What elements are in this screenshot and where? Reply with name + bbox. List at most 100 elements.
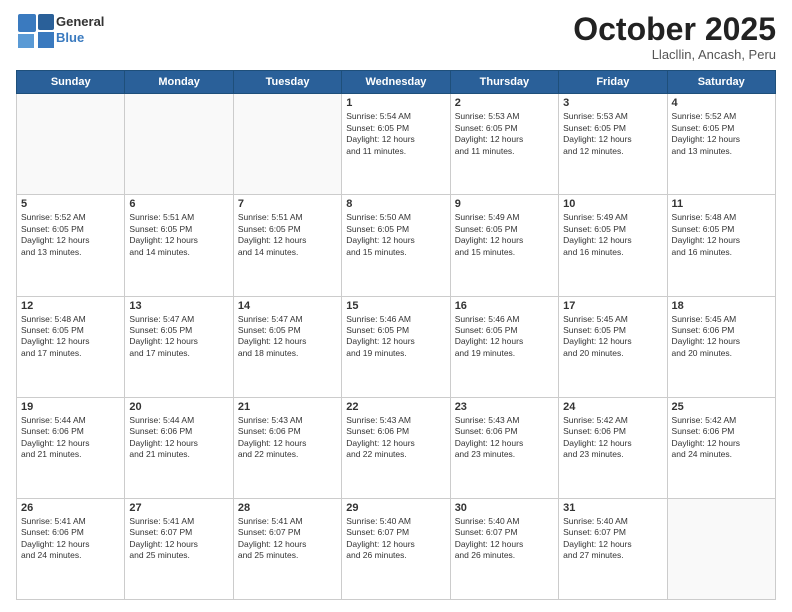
calendar-cell: 13 Sunrise: 5:47 AM Sunset: 6:05 PM Dayli… <box>125 296 233 397</box>
calendar-cell: 28Sunrise: 5:41 AM Sunset: 6:07 PM Dayli… <box>233 498 341 599</box>
calendar-cell: 30 Sunrise: 5:40 AM Sunset: 6:07 PM Dayli… <box>450 498 558 599</box>
calendar-cell: 2 Sunrise: 5:53 AM Sunset: 6:05 PM Daylig… <box>450 94 558 195</box>
title-area: October 2025 Llacllin, Ancash, Peru <box>573 12 776 62</box>
day-info: Sunrise: 5:43 AM Sunset: 6:06 PM Dayligh… <box>455 415 554 461</box>
day-info: Sunrise: 5:48 AM Sunset: 6:05 PM Dayligh… <box>672 212 771 258</box>
day-number: 19 <box>21 401 120 413</box>
day-of-week-tuesday: Tuesday <box>233 71 341 94</box>
calendar-cell: 12 Sunrise: 5:48 AM Sunset: 6:05 PM Dayli… <box>17 296 125 397</box>
day-of-week-friday: Friday <box>559 71 667 94</box>
logo-general-text: General <box>56 14 104 29</box>
day-number: 24 <box>563 401 662 413</box>
day-info: Sunrise: 5:53 AM Sunset: 6:05 PM Dayligh… <box>455 111 554 157</box>
day-number: 4 <box>672 97 771 109</box>
day-info: Sunrise: 5:47 AM Sunset: 6:05 PM Dayligh… <box>238 314 337 360</box>
day-info: Sunrise: 5:44 AM Sunset: 6:06 PM Dayligh… <box>129 415 228 461</box>
day-info: Sunrise: 5:49 AM Sunset: 6:05 PM Dayligh… <box>455 212 554 258</box>
month-title: October 2025 <box>573 12 776 47</box>
location: Llacllin, Ancash, Peru <box>573 47 776 62</box>
day-number: 28 <box>238 502 337 514</box>
day-number: 9 <box>455 198 554 210</box>
day-info: Sunrise: 5:50 AM Sunset: 6:05 PM Dayligh… <box>346 212 445 258</box>
day-info: Sunrise: 5:51 AM Sunset: 6:05 PM Dayligh… <box>129 212 228 258</box>
day-number: 5 <box>21 198 120 210</box>
day-info: Sunrise: 5:40 AM Sunset: 6:07 PM Dayligh… <box>563 516 662 562</box>
day-of-week-thursday: Thursday <box>450 71 558 94</box>
day-number: 12 <box>21 300 120 312</box>
logo: General Blue <box>16 12 104 48</box>
day-number: 13 <box>129 300 228 312</box>
calendar-week-4: 26Sunrise: 5:41 AM Sunset: 6:06 PM Dayli… <box>17 498 776 599</box>
calendar-cell: 16 Sunrise: 5:46 AM Sunset: 6:05 PM Dayli… <box>450 296 558 397</box>
day-number: 2 <box>455 97 554 109</box>
day-number: 30 <box>455 502 554 514</box>
day-number: 16 <box>455 300 554 312</box>
calendar-cell: 17 Sunrise: 5:45 AM Sunset: 6:05 PM Dayli… <box>559 296 667 397</box>
calendar-cell <box>667 498 775 599</box>
logo-blue-text: Blue <box>56 30 84 45</box>
day-info: Sunrise: 5:46 AM Sunset: 6:05 PM Dayligh… <box>455 314 554 360</box>
day-info: Sunrise: 5:52 AM Sunset: 6:05 PM Dayligh… <box>21 212 120 258</box>
calendar-cell: 9 Sunrise: 5:49 AM Sunset: 6:05 PM Daylig… <box>450 195 558 296</box>
day-info: Sunrise: 5:41 AM Sunset: 6:07 PM Dayligh… <box>129 516 228 562</box>
calendar-week-2: 12 Sunrise: 5:48 AM Sunset: 6:05 PM Dayli… <box>17 296 776 397</box>
day-info: Sunrise: 5:46 AM Sunset: 6:05 PM Dayligh… <box>346 314 445 360</box>
header: General Blue October 2025 Llacllin, Anca… <box>16 12 776 62</box>
calendar-cell: 29 Sunrise: 5:40 AM Sunset: 6:07 PM Dayli… <box>342 498 450 599</box>
calendar-cell: 24 Sunrise: 5:42 AM Sunset: 6:06 PM Dayli… <box>559 397 667 498</box>
day-number: 25 <box>672 401 771 413</box>
logo-icon <box>16 12 52 48</box>
day-info: Sunrise: 5:44 AM Sunset: 6:06 PM Dayligh… <box>21 415 120 461</box>
calendar-body: 1 Sunrise: 5:54 AM Sunset: 6:05 PM Daylig… <box>17 94 776 600</box>
day-info: Sunrise: 5:43 AM Sunset: 6:06 PM Dayligh… <box>346 415 445 461</box>
day-number: 7 <box>238 198 337 210</box>
day-info: Sunrise: 5:42 AM Sunset: 6:06 PM Dayligh… <box>672 415 771 461</box>
calendar-week-1: 5 Sunrise: 5:52 AM Sunset: 6:05 PM Daylig… <box>17 195 776 296</box>
calendar-week-3: 19 Sunrise: 5:44 AM Sunset: 6:06 PM Dayli… <box>17 397 776 498</box>
calendar-cell: 26Sunrise: 5:41 AM Sunset: 6:06 PM Dayli… <box>17 498 125 599</box>
calendar-cell: 10Sunrise: 5:49 AM Sunset: 6:05 PM Dayli… <box>559 195 667 296</box>
calendar-cell <box>233 94 341 195</box>
calendar-cell: 3 Sunrise: 5:53 AM Sunset: 6:05 PM Daylig… <box>559 94 667 195</box>
day-number: 27 <box>129 502 228 514</box>
day-info: Sunrise: 5:54 AM Sunset: 6:05 PM Dayligh… <box>346 111 445 157</box>
day-number: 3 <box>563 97 662 109</box>
day-number: 21 <box>238 401 337 413</box>
day-info: Sunrise: 5:40 AM Sunset: 6:07 PM Dayligh… <box>455 516 554 562</box>
calendar-cell <box>17 94 125 195</box>
day-number: 14 <box>238 300 337 312</box>
day-of-week-wednesday: Wednesday <box>342 71 450 94</box>
day-number: 11 <box>672 198 771 210</box>
day-info: Sunrise: 5:45 AM Sunset: 6:06 PM Dayligh… <box>672 314 771 360</box>
calendar-cell: 27 Sunrise: 5:41 AM Sunset: 6:07 PM Dayli… <box>125 498 233 599</box>
day-of-week-saturday: Saturday <box>667 71 775 94</box>
day-info: Sunrise: 5:47 AM Sunset: 6:05 PM Dayligh… <box>129 314 228 360</box>
calendar-cell: 15Sunrise: 5:46 AM Sunset: 6:05 PM Dayli… <box>342 296 450 397</box>
day-number: 29 <box>346 502 445 514</box>
day-info: Sunrise: 5:45 AM Sunset: 6:05 PM Dayligh… <box>563 314 662 360</box>
day-info: Sunrise: 5:41 AM Sunset: 6:06 PM Dayligh… <box>21 516 120 562</box>
day-info: Sunrise: 5:53 AM Sunset: 6:05 PM Dayligh… <box>563 111 662 157</box>
calendar-cell: 1 Sunrise: 5:54 AM Sunset: 6:05 PM Daylig… <box>342 94 450 195</box>
calendar-cell: 25 Sunrise: 5:42 AM Sunset: 6:06 PM Dayli… <box>667 397 775 498</box>
calendar-cell: 11 Sunrise: 5:48 AM Sunset: 6:05 PM Dayli… <box>667 195 775 296</box>
day-number: 10 <box>563 198 662 210</box>
day-info: Sunrise: 5:42 AM Sunset: 6:06 PM Dayligh… <box>563 415 662 461</box>
calendar-week-0: 1 Sunrise: 5:54 AM Sunset: 6:05 PM Daylig… <box>17 94 776 195</box>
day-info: Sunrise: 5:48 AM Sunset: 6:05 PM Dayligh… <box>21 314 120 360</box>
calendar-cell: 22Sunrise: 5:43 AM Sunset: 6:06 PM Dayli… <box>342 397 450 498</box>
calendar-cell: 6 Sunrise: 5:51 AM Sunset: 6:05 PM Daylig… <box>125 195 233 296</box>
day-info: Sunrise: 5:51 AM Sunset: 6:05 PM Dayligh… <box>238 212 337 258</box>
calendar-cell <box>125 94 233 195</box>
day-number: 8 <box>346 198 445 210</box>
day-number: 31 <box>563 502 662 514</box>
calendar-cell: 5 Sunrise: 5:52 AM Sunset: 6:05 PM Daylig… <box>17 195 125 296</box>
logo-text: General Blue <box>56 14 104 45</box>
day-info: Sunrise: 5:40 AM Sunset: 6:07 PM Dayligh… <box>346 516 445 562</box>
day-number: 20 <box>129 401 228 413</box>
day-number: 1 <box>346 97 445 109</box>
day-info: Sunrise: 5:52 AM Sunset: 6:05 PM Dayligh… <box>672 111 771 157</box>
calendar-cell: 8 Sunrise: 5:50 AM Sunset: 6:05 PM Daylig… <box>342 195 450 296</box>
day-number: 17 <box>563 300 662 312</box>
day-number: 6 <box>129 198 228 210</box>
